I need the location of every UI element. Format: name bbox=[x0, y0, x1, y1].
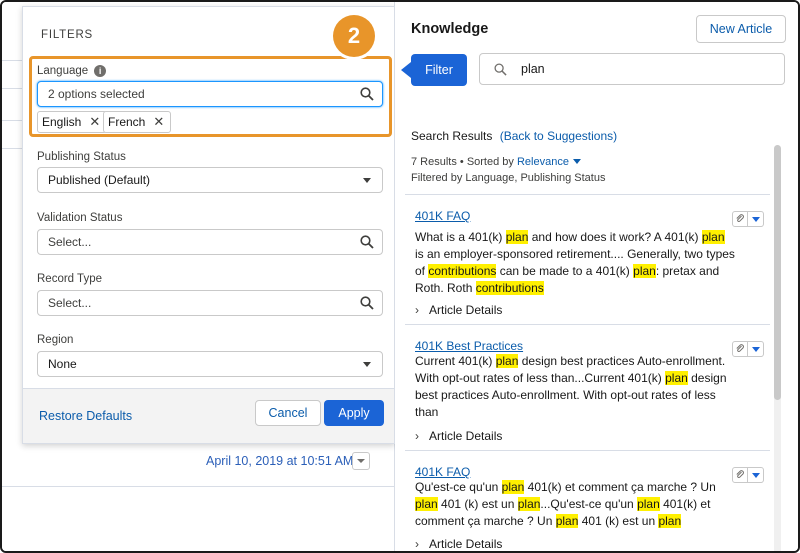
record-date: April 10, 2019 at 10:51 AM bbox=[206, 454, 354, 468]
article-details-toggle[interactable]: › Article Details bbox=[415, 429, 502, 443]
cancel-button[interactable]: Cancel bbox=[255, 400, 321, 426]
chevron-down-icon bbox=[363, 178, 371, 183]
result-title-link[interactable]: 401K FAQ bbox=[415, 209, 470, 223]
validation-status-label: Validation Status bbox=[37, 212, 123, 224]
record-type-combobox[interactable]: Select... bbox=[37, 290, 383, 316]
results-label: Search Results bbox=[411, 129, 493, 143]
chevron-down-icon bbox=[751, 217, 760, 222]
article-details-label: Article Details bbox=[429, 429, 503, 443]
result-snippet: What is a 401(k) plan and how does it wo… bbox=[415, 230, 735, 295]
sort-dropdown[interactable]: Relevance bbox=[517, 156, 582, 168]
paperclip-icon bbox=[736, 470, 744, 479]
search-term-highlight: plan bbox=[633, 264, 656, 278]
paperclip-icon bbox=[736, 344, 744, 353]
article-details-label: Article Details bbox=[429, 537, 503, 551]
chevron-down-icon bbox=[573, 159, 582, 164]
results-header: Search Results (Back to Suggestions) bbox=[411, 129, 617, 143]
results-scrollbar[interactable] bbox=[774, 145, 781, 551]
article-details-toggle[interactable]: › Article Details bbox=[415, 537, 502, 551]
result-snippet: Qu'est-ce qu'un plan 401(k) et comment ç… bbox=[415, 480, 716, 528]
step-number-badge: 2 bbox=[333, 15, 375, 57]
chevron-down-icon bbox=[751, 473, 760, 478]
paperclip-icon bbox=[736, 214, 744, 223]
search-term-highlight: contributions bbox=[475, 281, 544, 295]
search-term-highlight: plan bbox=[505, 230, 529, 244]
result-snippet: Current 401(k) plan design best practice… bbox=[415, 354, 727, 419]
back-to-suggestions-link[interactable]: (Back to Suggestions) bbox=[500, 129, 617, 143]
scrollbar-thumb[interactable] bbox=[774, 145, 781, 400]
search-term-highlight: plan bbox=[517, 497, 541, 511]
article-details-label: Article Details bbox=[429, 303, 503, 317]
search-term-highlight: plan bbox=[665, 371, 688, 385]
result-actions bbox=[732, 467, 764, 483]
new-article-button[interactable]: New Article bbox=[696, 15, 786, 43]
search-icon bbox=[494, 62, 507, 76]
knowledge-panel: Knowledge New Article Filter plan Search… bbox=[395, 2, 798, 551]
list-item: 401K FAQ Qu'est-ce qu'un plan 401(k) et … bbox=[405, 451, 770, 551]
chevron-down-icon bbox=[363, 362, 371, 367]
search-term-highlight: plan bbox=[501, 480, 525, 494]
attach-link-button[interactable] bbox=[732, 211, 748, 227]
result-menu-button[interactable] bbox=[748, 341, 764, 357]
apply-button[interactable]: Apply bbox=[324, 400, 384, 426]
list-item: 401K Best Practices Current 401(k) plan … bbox=[405, 325, 770, 451]
result-menu-button[interactable] bbox=[748, 467, 764, 483]
chevron-down-icon bbox=[751, 347, 760, 352]
search-term-highlight: contributions bbox=[428, 264, 497, 278]
search-term-highlight: plan bbox=[637, 497, 660, 511]
divider bbox=[2, 486, 394, 487]
search-icon bbox=[360, 235, 374, 249]
search-term-highlight: plan bbox=[701, 230, 725, 244]
region-value: None bbox=[48, 357, 77, 371]
search-term-highlight: plan bbox=[555, 514, 579, 528]
search-term-highlight: plan bbox=[658, 514, 682, 528]
publishing-status-label: Publishing Status bbox=[37, 151, 126, 163]
validation-status-placeholder: Select... bbox=[48, 235, 92, 249]
filters-footer: Restore Defaults Cancel Apply bbox=[23, 388, 394, 443]
results-count: 7 Results • Sorted by Relevance bbox=[411, 156, 582, 168]
results-list: 401K FAQ What is a 401(k) plan and how d… bbox=[405, 194, 770, 551]
knowledge-title: Knowledge bbox=[411, 21, 489, 37]
search-query: plan bbox=[521, 62, 545, 76]
knowledge-search-input[interactable]: plan bbox=[479, 53, 785, 85]
filters-title: FILTERS bbox=[41, 29, 94, 41]
list-item: 401K FAQ What is a 401(k) plan and how d… bbox=[405, 195, 770, 325]
callout-highlight-box bbox=[29, 56, 392, 137]
chevron-right-icon: › bbox=[415, 429, 419, 443]
filter-pointer-arrow bbox=[401, 62, 411, 78]
search-term-highlight: plan bbox=[495, 354, 519, 368]
chevron-right-icon: › bbox=[415, 303, 419, 317]
app-frame: April 10, 2019 at 10:51 AM FILTERS Langu… bbox=[0, 0, 800, 553]
region-label: Region bbox=[37, 334, 74, 346]
record-type-label: Record Type bbox=[37, 273, 102, 285]
results-count-text: 7 Results • Sorted by bbox=[411, 156, 514, 168]
result-actions bbox=[732, 211, 764, 227]
filter-button[interactable]: Filter bbox=[411, 54, 467, 86]
result-title-link[interactable]: 401K Best Practices bbox=[415, 339, 523, 353]
record-type-placeholder: Select... bbox=[48, 296, 92, 310]
publishing-status-value: Published (Default) bbox=[48, 173, 151, 187]
article-details-toggle[interactable]: › Article Details bbox=[415, 303, 502, 317]
result-menu-button[interactable] bbox=[748, 211, 764, 227]
chevron-down-icon bbox=[357, 459, 365, 463]
row-actions-dropdown[interactable] bbox=[352, 452, 370, 470]
region-select[interactable]: None bbox=[37, 351, 383, 377]
result-actions bbox=[732, 341, 764, 357]
chevron-right-icon: › bbox=[415, 537, 419, 551]
publishing-status-select[interactable]: Published (Default) bbox=[37, 167, 383, 193]
result-title-link[interactable]: 401K FAQ bbox=[415, 465, 470, 479]
filtered-by-text: Filtered by Language, Publishing Status bbox=[411, 172, 606, 184]
search-icon bbox=[360, 296, 374, 310]
sort-value: Relevance bbox=[516, 156, 569, 168]
validation-status-combobox[interactable]: Select... bbox=[37, 229, 383, 255]
restore-defaults-link[interactable]: Restore Defaults bbox=[39, 409, 132, 423]
search-term-highlight: plan bbox=[415, 497, 438, 511]
